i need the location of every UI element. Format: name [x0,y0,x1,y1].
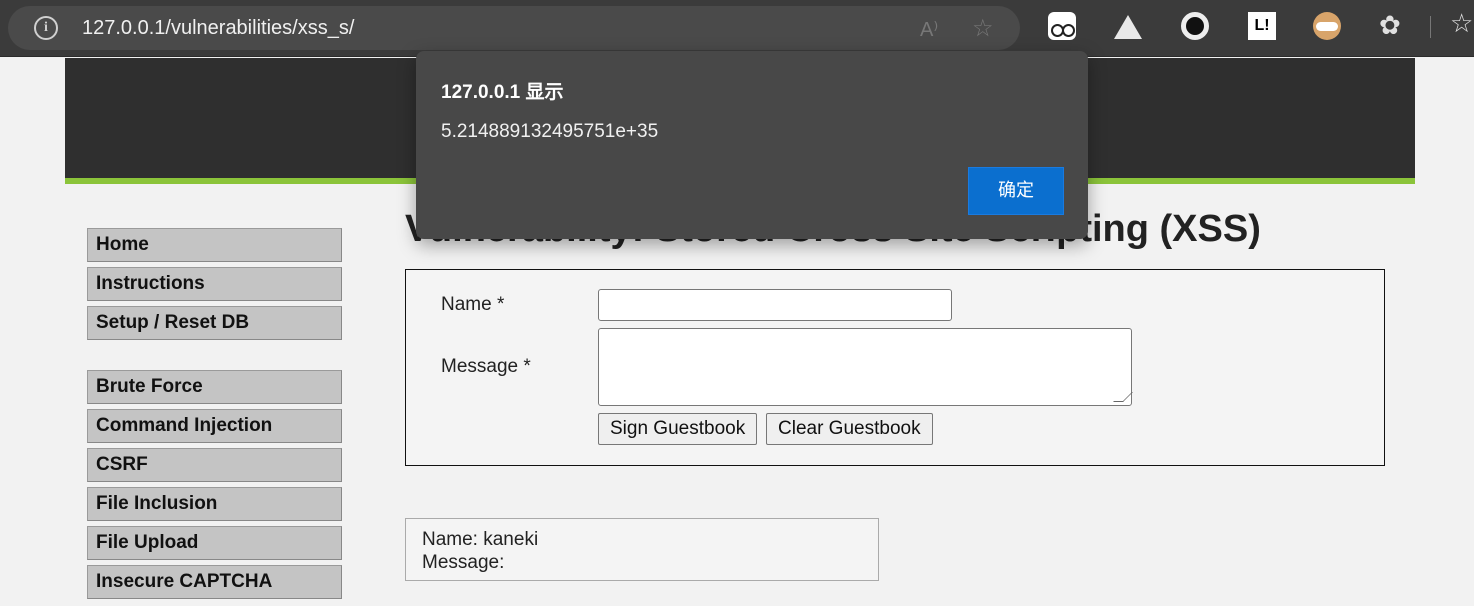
favorites-icon[interactable]: ☆ [1450,9,1473,39]
menu-item-setup-reset-db[interactable]: Setup / Reset DB [87,306,342,340]
owl-extension-icon[interactable] [1313,12,1341,40]
l-extension-icon[interactable]: L! [1248,12,1276,40]
message-label: Message * [441,356,531,377]
browser-toolbar: i 127.0.0.1/vulnerabilities/xss_s/ A⁾ ☆ … [0,0,1474,57]
guestbook-form: Name * Message * Sign Guestbook Clear Gu… [405,269,1385,466]
read-aloud-icon[interactable]: A⁾ [920,17,938,42]
menu-item-csrf[interactable]: CSRF [87,448,342,482]
menu-item-insecure-captcha[interactable]: Insecure CAPTCHA [87,565,342,599]
message-textarea[interactable] [598,328,1133,406]
sidebar-menu: Home Instructions Setup / Reset DB Brute… [87,228,343,604]
menu-item-file-upload[interactable]: File Upload [87,526,342,560]
circle-extension-icon[interactable] [1181,12,1209,40]
address-bar[interactable]: i 127.0.0.1/vulnerabilities/xss_s/ A⁾ ☆ [8,6,1020,50]
site-info-icon[interactable]: i [34,16,58,40]
toolbar-divider [1430,16,1431,38]
menu-item-home[interactable]: Home [87,228,342,262]
puzzle-extensions-icon[interactable]: ✿ [1379,12,1407,40]
menu-item-brute-force[interactable]: Brute Force [87,370,342,404]
glasses-extension-icon[interactable] [1048,12,1076,40]
add-favorite-icon[interactable]: ☆ [972,14,994,42]
resize-grip-icon[interactable] [1113,392,1133,402]
triangle-extension-icon[interactable] [1114,15,1142,39]
clear-guestbook-button[interactable]: Clear Guestbook [766,413,933,445]
dialog-message: 5.214889132495751e+35 [441,121,659,142]
menu-item-command-injection[interactable]: Command Injection [87,409,342,443]
guestbook-entry: Name: kaneki Message: [405,518,879,581]
entry-message: Message: [422,552,505,573]
url-text[interactable]: 127.0.0.1/vulnerabilities/xss_s/ [82,17,354,40]
sign-guestbook-button[interactable]: Sign Guestbook [598,413,758,445]
dialog-ok-button[interactable]: 确定 [968,167,1064,215]
menu-spacer [87,345,343,370]
name-input[interactable] [598,289,952,321]
dialog-title: 127.0.0.1 显示 [441,82,564,103]
entry-name: Name: kaneki [422,529,539,550]
menu-item-instructions[interactable]: Instructions [87,267,342,301]
menu-item-file-inclusion[interactable]: File Inclusion [87,487,342,521]
alert-dialog: 127.0.0.1 显示 5.214889132495751e+35 确定 [416,51,1088,239]
name-label: Name * [441,294,505,315]
